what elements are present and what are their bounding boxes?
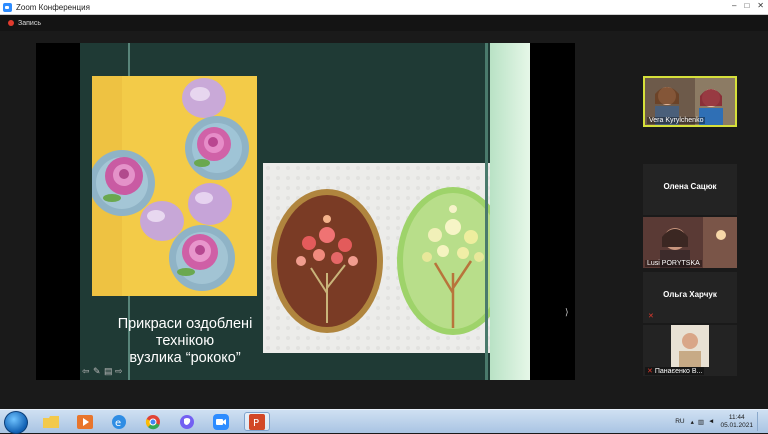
- tray-arrow-icon[interactable]: ▴: [691, 418, 694, 426]
- powerpoint-icon[interactable]: P: [244, 412, 270, 431]
- pen-icon[interactable]: ✎: [93, 367, 102, 376]
- svg-text:P: P: [253, 418, 259, 429]
- folder-icon[interactable]: [38, 412, 64, 431]
- embroidery-illustration: [263, 163, 518, 353]
- participant-tile[interactable]: Олена Сацюк: [643, 164, 737, 215]
- participant-tile[interactable]: Lusi PORYTSKA: [643, 217, 737, 268]
- zoom-icon[interactable]: [208, 412, 234, 431]
- zoom-logo-icon: [3, 2, 12, 12]
- mouse-cursor-icon: ⟩: [565, 307, 569, 317]
- windows-taskbar: e P RU ▴ ▥ ◄ 11:44 05.01.2021: [0, 409, 768, 434]
- clock[interactable]: 11:44 05.01.2021: [720, 414, 753, 430]
- svg-text:e: e: [115, 418, 121, 429]
- shared-screen: Прикраси оздоблені технікою вузлика “рок…: [36, 43, 575, 380]
- next-slide-icon[interactable]: ⇨: [115, 367, 124, 376]
- participant-name: Панаєенко В...: [654, 368, 703, 375]
- recording-label: Запись: [18, 19, 41, 27]
- title-bar: Zoom Конференция – □ ✕: [0, 0, 768, 15]
- participant-name-wrapper: ✕ Панаєенко В...: [645, 367, 705, 375]
- language-indicator[interactable]: RU: [675, 418, 684, 425]
- caption-line-2: технікою: [155, 333, 215, 349]
- muted-microphone-icon: ✕: [647, 368, 653, 375]
- window-controls: – □ ✕: [732, 1, 764, 10]
- record-icon: [8, 20, 14, 26]
- brooches-illustration: [92, 76, 257, 296]
- meeting-stage: Прикраси оздоблені технікою вузлика “рок…: [0, 31, 768, 409]
- presentation-slide: Прикраси оздоблені технікою вузлика “рок…: [80, 43, 530, 380]
- media-player-icon[interactable]: [72, 412, 98, 431]
- slide-decoration-panel: [490, 43, 530, 380]
- slide-menu-icon[interactable]: ▤: [104, 367, 113, 376]
- muted-microphone-icon: ✕: [648, 313, 654, 320]
- chrome-icon[interactable]: [140, 412, 166, 431]
- window-title: Zoom Конференция: [16, 2, 90, 12]
- start-button[interactable]: [4, 411, 28, 434]
- slideshow-toolbar: ⇦ ✎ ▤ ⇨: [82, 367, 124, 376]
- internet-explorer-icon[interactable]: e: [106, 412, 132, 431]
- clock-time: 11:44: [728, 413, 745, 421]
- viber-icon[interactable]: [174, 412, 200, 431]
- network-icon[interactable]: ▥: [698, 418, 704, 426]
- participant-name: Ольга Харчук: [663, 290, 717, 299]
- close-button[interactable]: ✕: [757, 1, 764, 10]
- maximize-button[interactable]: □: [744, 1, 749, 10]
- recording-indicator[interactable]: Запись: [0, 15, 768, 31]
- clock-date: 05.01.2021: [720, 421, 753, 429]
- volume-icon[interactable]: ◄: [708, 418, 714, 425]
- participant-name: Олена Сацюк: [663, 182, 717, 191]
- participant-tile[interactable]: Vera Kyrylchenko: [643, 76, 737, 127]
- participant-name: Vera Kyrylchenko: [647, 117, 706, 124]
- slide-caption: Прикраси оздоблені технікою вузлика “рок…: [90, 316, 280, 367]
- show-desktop-button[interactable]: [757, 412, 764, 431]
- participant-tile[interactable]: ✕ Панаєенко В...: [643, 325, 737, 376]
- slide-decoration-line: [485, 43, 488, 380]
- system-tray: RU ▴ ▥ ◄ 11:44 05.01.2021: [675, 412, 764, 431]
- caption-line-1: Прикраси оздоблені: [117, 316, 253, 332]
- slide-photo-brooches: [92, 76, 257, 296]
- participant-tile[interactable]: Ольга Харчук ✕: [643, 272, 737, 323]
- participant-name: Lusi PORYTSKA: [645, 260, 702, 267]
- minimize-button[interactable]: –: [732, 1, 736, 10]
- previous-slide-icon[interactable]: ⇦: [82, 367, 91, 376]
- slide-photo-embroidery: [263, 163, 518, 353]
- caption-line-3: вузлика “рококо”: [129, 350, 241, 366]
